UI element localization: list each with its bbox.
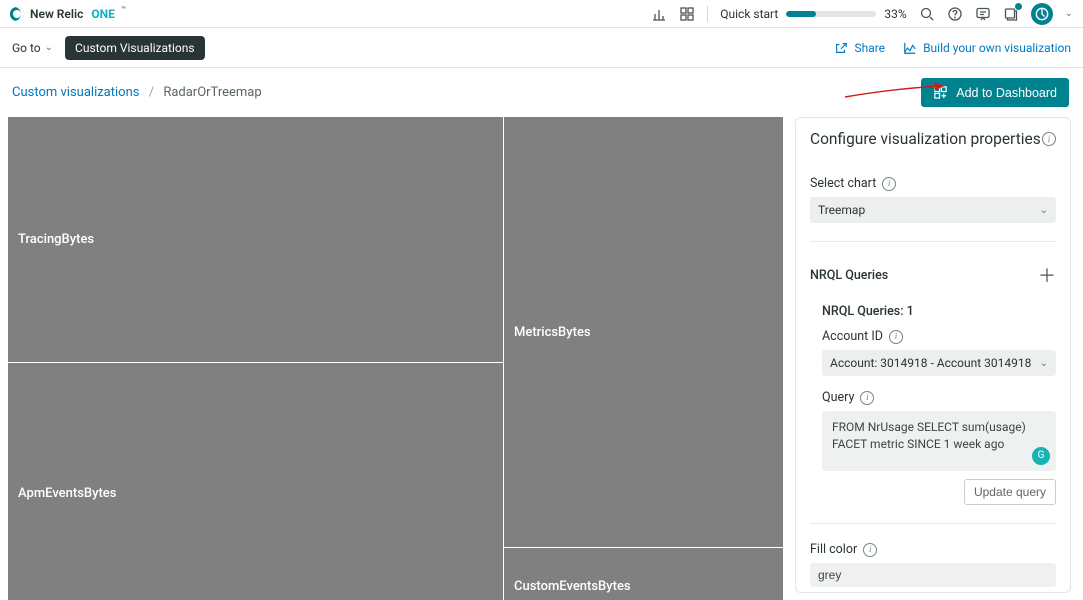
feedback-icon[interactable] xyxy=(975,6,991,22)
breadcrumb: Custom visualizations / RadarOrTreemap xyxy=(12,85,262,100)
add-to-dashboard-label: Add to Dashboard xyxy=(956,86,1057,100)
select-chart-dropdown[interactable]: Treemap ⌄ xyxy=(810,197,1056,223)
bar-chart-icon[interactable] xyxy=(651,6,667,22)
query-text: FROM NrUsage SELECT sum(usage) FACET met… xyxy=(832,420,1026,451)
nav-pill-custom-viz[interactable]: Custom Visualizations xyxy=(65,36,205,60)
account-value: Account: 3014918 - Account 3014918 xyxy=(830,356,1031,370)
nrql-count: NRQL Queries: 1 xyxy=(822,304,1056,319)
share-link[interactable]: Share xyxy=(834,41,885,55)
user-menu-caret-icon[interactable]: ⌄ xyxy=(1065,8,1073,19)
topbar-actions: Quick start 33% xyxy=(651,3,1073,25)
account-info-icon[interactable]: i xyxy=(889,330,903,344)
main: TracingBytes MetricsBytes ApmEventsBytes… xyxy=(0,117,1083,600)
quickstart[interactable]: Quick start 33% xyxy=(720,7,906,21)
config-panel: Configure visualization properties i Sel… xyxy=(795,117,1071,593)
query-info-icon[interactable]: i xyxy=(860,391,874,405)
select-chart-label-text: Select chart xyxy=(810,176,876,191)
treemap-cell-apm[interactable]: ApmEventsBytes xyxy=(8,363,503,600)
quickstart-pct: 33% xyxy=(884,7,906,21)
select-chart-label: Select chart i xyxy=(810,176,1056,191)
nrql-heading: NRQL Queries xyxy=(810,268,888,283)
treemap-cell-custom[interactable]: CustomEventsBytes xyxy=(504,548,783,600)
grammarly-icon[interactable]: G xyxy=(1032,447,1050,465)
config-panel-title: Configure visualization properties xyxy=(810,130,1041,148)
quickstart-progress-fill xyxy=(786,11,816,17)
notifications-icon[interactable] xyxy=(1003,6,1019,22)
goto-label: Go to xyxy=(12,41,41,55)
chevron-down-icon: ⌄ xyxy=(1040,358,1048,369)
quickstart-progress xyxy=(786,11,876,17)
search-icon[interactable] xyxy=(919,6,935,22)
panel-divider xyxy=(810,523,1056,524)
query-label: Query xyxy=(822,390,854,405)
chevron-down-icon: ⌄ xyxy=(1040,205,1048,216)
brand-tm: ™ xyxy=(121,5,126,14)
notification-badge xyxy=(1015,3,1022,10)
brand-suffix: ONE xyxy=(91,7,115,21)
build-viz-label: Build your own visualization xyxy=(923,41,1071,55)
breadcrumb-root[interactable]: Custom visualizations xyxy=(12,85,139,100)
fill-color-input[interactable] xyxy=(810,563,1056,587)
apps-grid-icon[interactable] xyxy=(679,6,695,22)
brand[interactable]: New Relic ONE ™ xyxy=(10,7,126,21)
quickstart-label: Quick start xyxy=(720,7,778,21)
add-to-dashboard-button[interactable]: Add to Dashboard xyxy=(921,78,1069,107)
topbar: New Relic ONE ™ Quick start 33% xyxy=(0,0,1083,28)
add-nrql-query-button[interactable]: ＋ xyxy=(1038,262,1056,288)
fill-color-info-icon[interactable]: i xyxy=(863,543,877,557)
fill-color-label-row: Fill color i xyxy=(810,542,1056,557)
query-textarea[interactable]: FROM NrUsage SELECT sum(usage) FACET met… xyxy=(822,411,1056,471)
brand-logo-icon xyxy=(10,7,24,21)
fill-color-label: Fill color xyxy=(810,542,857,557)
account-dropdown[interactable]: Account: 3014918 - Account 3014918 ⌄ xyxy=(822,350,1056,376)
panel-divider xyxy=(810,241,1056,242)
subbar: Go to ⌄ Custom Visualizations Share Buil… xyxy=(0,28,1083,68)
select-chart-value: Treemap xyxy=(818,203,865,217)
treemap-chart[interactable]: TracingBytes MetricsBytes ApmEventsBytes… xyxy=(8,117,783,593)
crumb-row: Custom visualizations / RadarOrTreemap A… xyxy=(0,68,1083,117)
share-label: Share xyxy=(854,41,885,55)
topbar-divider xyxy=(707,6,708,22)
panel-info-icon[interactable]: i xyxy=(1042,132,1056,146)
select-chart-info-icon[interactable]: i xyxy=(882,177,896,191)
breadcrumb-sep: / xyxy=(143,85,160,100)
treemap-cell-metrics[interactable]: MetricsBytes xyxy=(504,117,783,547)
chevron-down-icon: ⌄ xyxy=(45,42,53,53)
treemap-cell-tracing[interactable]: TracingBytes xyxy=(8,117,503,362)
breadcrumb-current: RadarOrTreemap xyxy=(163,85,261,100)
update-query-button[interactable]: Update query xyxy=(964,479,1056,505)
account-id-label: Account ID xyxy=(822,329,883,344)
brand-name: New Relic xyxy=(30,7,83,21)
build-viz-link[interactable]: Build your own visualization xyxy=(903,41,1071,55)
goto-dropdown[interactable]: Go to ⌄ xyxy=(12,41,53,55)
help-icon[interactable] xyxy=(947,6,963,22)
user-avatar[interactable] xyxy=(1031,3,1053,25)
